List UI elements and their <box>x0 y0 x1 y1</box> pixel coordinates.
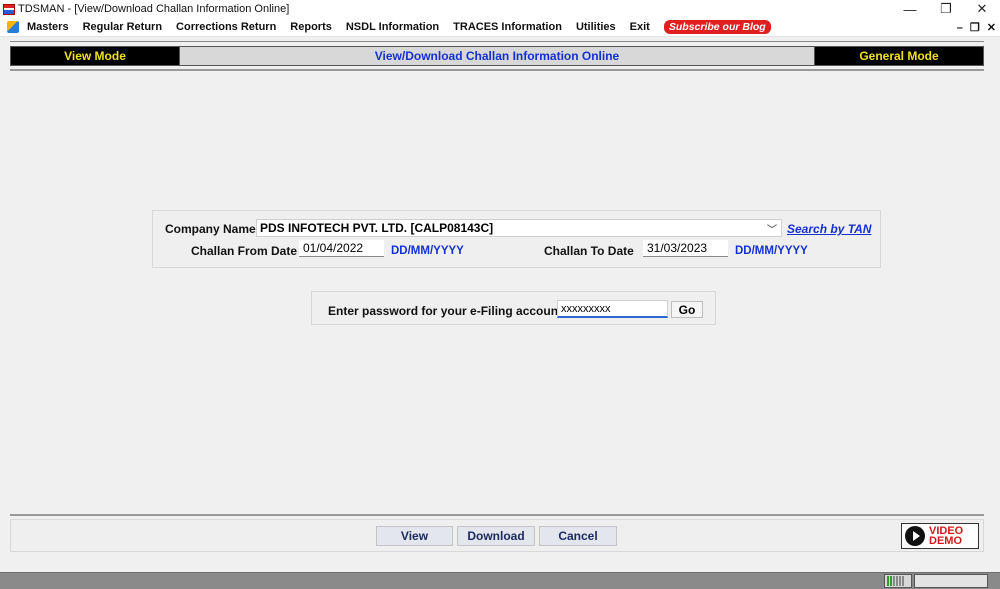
mdi-restore-icon[interactable]: ❐ <box>970 21 980 34</box>
menu-exit[interactable]: Exit <box>630 21 650 33</box>
menu-traces-information[interactable]: TRACES Information <box>453 21 562 33</box>
menu-masters[interactable]: Masters <box>27 21 69 33</box>
header-divider <box>10 41 984 42</box>
mdi-close-icon[interactable]: ✕ <box>987 21 996 34</box>
menu-regular-return[interactable]: Regular Return <box>83 21 162 33</box>
minimize-icon[interactable]: — <box>892 0 928 18</box>
window-title: TDSMAN - [View/Download Challan Informat… <box>18 3 290 15</box>
mode-header: View Mode View/Download Challan Informat… <box>10 46 984 66</box>
from-date-format-hint: DD/MM/YYYY <box>391 245 464 257</box>
status-panel <box>914 574 988 588</box>
mdi-controls: – ❐ ✕ <box>950 18 996 37</box>
footer-divider <box>10 514 984 516</box>
window-controls: — ❐ ✕ <box>892 0 1000 18</box>
challan-from-date-label: Challan From Date <box>191 244 298 258</box>
efiling-password-panel: Enter password for your e-Filing account… <box>311 291 716 325</box>
menu-utilities[interactable]: Utilities <box>576 21 616 33</box>
search-by-tan-link[interactable]: Search by TAN <box>787 222 871 236</box>
view-mode-label: View Mode <box>11 47 179 65</box>
password-input[interactable]: xxxxxxxxx <box>557 300 668 318</box>
cancel-button[interactable]: Cancel <box>539 526 617 546</box>
company-select[interactable]: PDS INFOTECH PVT. LTD. [CALP08143C] ﹀ <box>256 219 782 237</box>
video-demo-button[interactable]: VIDEO DEMO <box>901 523 979 549</box>
video-label-line2: DEMO <box>929 535 962 547</box>
page-title: View/Download Challan Information Online <box>179 47 815 65</box>
go-button[interactable]: Go <box>671 301 703 318</box>
restore-icon[interactable]: ❐ <box>928 0 964 18</box>
challan-to-date-label: Challan To Date <box>544 244 634 258</box>
app-icon <box>3 3 15 15</box>
password-label: Enter password for your e-Filing account <box>328 304 563 318</box>
challan-filter-panel: Company Name PDS INFOTECH PVT. LTD. [CAL… <box>152 210 881 268</box>
to-date-format-hint: DD/MM/YYYY <box>735 245 808 257</box>
challan-from-date-input[interactable]: 01/04/2022 <box>299 240 384 257</box>
menu-bar: Masters Regular Return Corrections Retur… <box>0 18 1000 37</box>
menu-corrections-return[interactable]: Corrections Return <box>176 21 276 33</box>
chevron-down-icon[interactable]: ﹀ <box>767 221 777 236</box>
close-icon[interactable]: ✕ <box>964 0 1000 18</box>
subscribe-blog-button[interactable]: Subscribe our Blog <box>663 20 771 34</box>
company-select-value: PDS INFOTECH PVT. LTD. [CALP08143C] <box>260 221 494 235</box>
download-button[interactable]: Download <box>457 526 535 546</box>
video-demo-label: VIDEO DEMO <box>929 526 963 547</box>
header-divider-bottom <box>10 69 984 71</box>
challan-to-date-input[interactable]: 31/03/2023 <box>643 240 728 257</box>
company-name-label: Company Name <box>165 222 256 236</box>
status-bar <box>0 572 1000 589</box>
menu-reports[interactable]: Reports <box>290 21 332 33</box>
menu-nsdl-information[interactable]: NSDL Information <box>346 21 439 33</box>
action-button-bar: View Download Cancel VIDEO DEMO <box>10 519 984 552</box>
general-mode-label: General Mode <box>815 47 983 65</box>
view-button[interactable]: View <box>376 526 453 546</box>
mdi-minimize-icon[interactable]: – <box>957 22 963 34</box>
progress-indicator-icon <box>884 574 912 588</box>
title-bar: TDSMAN - [View/Download Challan Informat… <box>0 0 1000 18</box>
play-icon <box>905 526 925 546</box>
mdi-document-icon[interactable] <box>7 21 19 33</box>
